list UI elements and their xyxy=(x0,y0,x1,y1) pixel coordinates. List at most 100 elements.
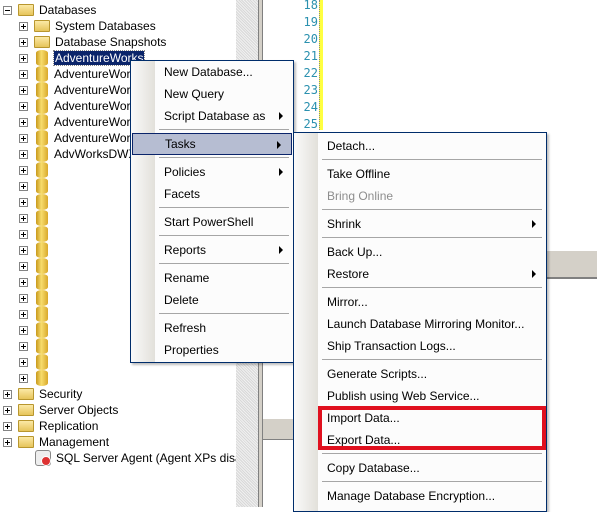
expand-icon[interactable] xyxy=(19,69,28,79)
tree-node[interactable]: AdventureWork xyxy=(19,114,136,130)
menu-item[interactable]: Ship Transaction Logs... xyxy=(294,335,546,357)
menu-item[interactable]: Reports xyxy=(131,239,293,261)
menu-item[interactable]: Tasks xyxy=(132,133,292,155)
menu-item-label: Policies xyxy=(164,165,206,179)
menu-item[interactable]: Back Up... xyxy=(294,241,546,263)
tree-node[interactable] xyxy=(19,194,54,210)
tree-node[interactable] xyxy=(19,162,54,178)
tree-node-sql-agent[interactable]: SQL Server Agent (Agent XPs disabled) xyxy=(35,450,268,466)
menu-separator xyxy=(159,235,289,236)
expand-icon[interactable] xyxy=(19,261,28,271)
tree-node[interactable] xyxy=(19,226,54,242)
tree-node[interactable]: Replication xyxy=(3,418,98,434)
expand-icon[interactable] xyxy=(19,197,28,207)
tree-node[interactable] xyxy=(19,258,54,274)
database-icon xyxy=(36,178,48,194)
menu-item[interactable]: Refresh xyxy=(131,317,293,339)
expand-icon[interactable] xyxy=(19,373,28,383)
menu-item[interactable]: New Database... xyxy=(131,61,293,83)
expand-icon[interactable] xyxy=(19,53,28,63)
database-icon xyxy=(36,50,48,66)
menu-item[interactable]: Facets xyxy=(131,183,293,205)
menu-item-label: Manage Database Encryption... xyxy=(327,489,496,503)
menu-item[interactable]: Take Offline xyxy=(294,163,546,185)
node-label: System Databases xyxy=(55,19,156,33)
expand-icon[interactable] xyxy=(19,117,28,127)
expand-icon[interactable] xyxy=(3,405,12,415)
tree-node[interactable]: AdvWorksDWX xyxy=(19,146,136,162)
expand-icon[interactable] xyxy=(19,293,28,303)
sql-agent-icon xyxy=(35,450,51,466)
menu-item-label: Start PowerShell xyxy=(164,215,254,229)
menu-item[interactable]: Restore xyxy=(294,263,546,285)
menu-item[interactable]: Script Database as xyxy=(131,105,293,127)
expand-icon[interactable] xyxy=(19,229,28,239)
tree-node[interactable]: AdventureWork xyxy=(19,130,136,146)
node-label: Management xyxy=(39,435,110,449)
menu-item[interactable]: Policies xyxy=(131,161,293,183)
expand-icon[interactable] xyxy=(3,437,12,447)
tree-node[interactable]: Database Snapshots xyxy=(19,34,166,50)
tree-node[interactable] xyxy=(19,274,54,290)
expand-icon[interactable] xyxy=(19,357,28,367)
tree-node[interactable] xyxy=(19,322,54,338)
expand-icon[interactable] xyxy=(19,277,28,287)
expand-icon[interactable] xyxy=(19,85,28,95)
tree-node[interactable]: Security xyxy=(3,386,82,402)
tree-node[interactable]: System Databases xyxy=(19,18,156,34)
expand-icon[interactable] xyxy=(3,421,12,431)
menu-item[interactable]: Delete xyxy=(131,289,293,311)
tree-node[interactable] xyxy=(19,242,54,258)
menu-item[interactable]: Publish using Web Service... xyxy=(294,385,546,407)
expand-icon[interactable] xyxy=(19,133,28,143)
menu-item[interactable]: Manage Database Encryption... xyxy=(294,485,546,507)
expand-icon[interactable] xyxy=(19,325,28,335)
expand-icon[interactable] xyxy=(19,165,28,175)
tree-node-databases[interactable]: Databases xyxy=(3,2,96,18)
tree-node[interactable]: AdventureWork xyxy=(19,82,136,98)
menu-item[interactable]: Properties xyxy=(131,339,293,361)
tree-node[interactable] xyxy=(19,370,54,386)
menu-item[interactable]: New Query xyxy=(131,83,293,105)
menu-item[interactable]: Shrink xyxy=(294,213,546,235)
node-label: Replication xyxy=(39,419,99,433)
database-context-menu: New Database... New Query Script Database … xyxy=(130,60,294,363)
tree-node[interactable]: Management xyxy=(3,434,109,450)
tree-node[interactable] xyxy=(19,306,54,322)
tree-node[interactable] xyxy=(19,210,54,226)
expand-icon[interactable] xyxy=(19,245,28,255)
tree-node[interactable] xyxy=(19,338,54,354)
expand-icon[interactable] xyxy=(19,341,28,351)
database-icon xyxy=(36,82,48,98)
expand-icon[interactable] xyxy=(19,213,28,223)
tree-node[interactable] xyxy=(19,354,54,370)
expand-icon[interactable] xyxy=(3,389,12,399)
tree-node[interactable] xyxy=(19,178,54,194)
database-icon xyxy=(36,290,48,306)
expand-icon[interactable] xyxy=(19,21,28,31)
tree-node[interactable]: AdventureWork xyxy=(19,66,136,82)
tree-node[interactable]: AdventureWork xyxy=(19,98,136,114)
menu-separator xyxy=(159,207,289,208)
menu-item[interactable]: Copy Database... xyxy=(294,457,546,479)
menu-item[interactable]: Detach... xyxy=(294,135,546,157)
collapse-icon[interactable] xyxy=(3,5,12,15)
menu-item[interactable]: Launch Database Mirroring Monitor... xyxy=(294,313,546,335)
tree-node[interactable] xyxy=(19,290,54,306)
node-label: Server Objects xyxy=(39,403,119,417)
expand-icon[interactable] xyxy=(19,37,28,47)
submenu-arrow-icon xyxy=(279,168,283,176)
menu-item[interactable]: Generate Scripts... xyxy=(294,363,546,385)
menu-item[interactable]: Rename xyxy=(131,267,293,289)
menu-item-label: Tasks xyxy=(165,137,196,151)
expand-icon[interactable] xyxy=(19,101,28,111)
expand-icon[interactable] xyxy=(19,181,28,191)
expand-icon[interactable] xyxy=(19,309,28,319)
expand-icon[interactable] xyxy=(19,149,28,159)
menu-item[interactable]: Start PowerShell xyxy=(131,211,293,233)
tree-node[interactable]: Server Objects xyxy=(3,402,118,418)
menu-item-label: Refresh xyxy=(164,321,207,335)
menu-item[interactable]: Mirror... xyxy=(294,291,546,313)
menu-item-label: Ship Transaction Logs... xyxy=(327,339,456,353)
tree-node[interactable]: AdventureWorks xyxy=(19,50,146,66)
